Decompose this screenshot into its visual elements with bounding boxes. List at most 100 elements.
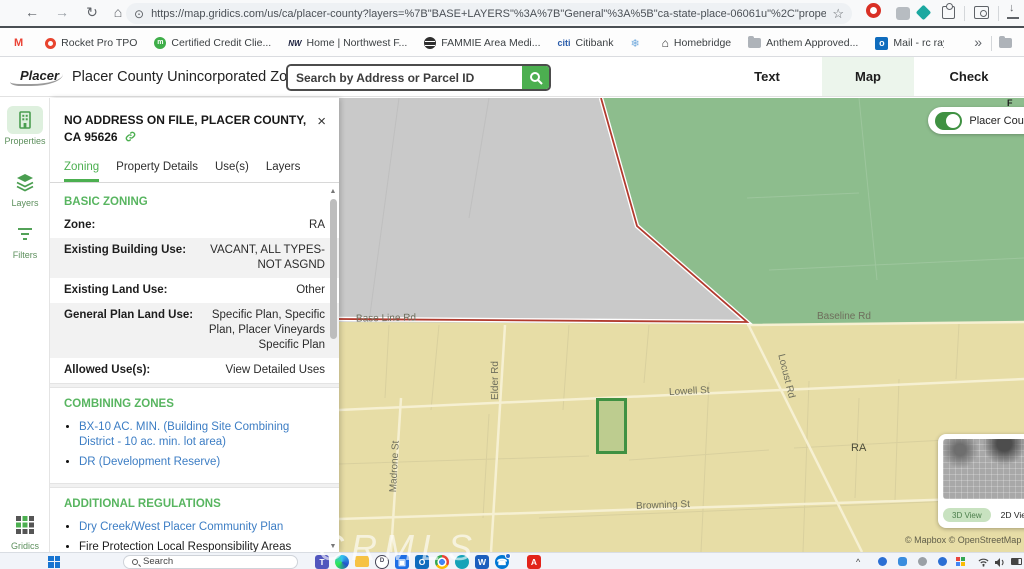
zone-link[interactable]: RA [309, 218, 325, 233]
forward-icon[interactable]: → [52, 4, 72, 20]
bookmark-item[interactable]: M [14, 37, 28, 49]
zoning-row: Existing Land Use:Other [50, 278, 339, 303]
tab-property-details[interactable]: Property Details [116, 161, 198, 182]
row-value: VACANT, ALL TYPES-NOT ASGND [196, 243, 325, 273]
search-button[interactable] [522, 66, 549, 89]
bookmarks-overflow-chevron[interactable]: » [974, 34, 982, 50]
tab-check[interactable]: Check [914, 57, 1024, 96]
url-bar[interactable]: ⊙ https://map.gridics.com/us/ca/placer-c… [126, 3, 852, 24]
view-detailed-uses-link[interactable]: View Detailed Uses [225, 363, 325, 378]
word-icon[interactable]: W [475, 555, 489, 569]
left-sidebar: Properties Layers Filters Gridics [0, 98, 50, 552]
battery-icon[interactable] [1011, 558, 1022, 565]
ms-account-grid-icon[interactable] [956, 557, 965, 566]
file-explorer-icon[interactable] [355, 556, 369, 567]
home-icon[interactable]: ⌂ [108, 4, 128, 20]
extension-red-icon[interactable] [866, 3, 881, 18]
homebridge-icon: ⌂ [662, 36, 669, 50]
windows-start-icon[interactable] [48, 556, 60, 568]
combining-zone-link[interactable]: DR (Development Reserve) [79, 455, 323, 471]
snowflake-icon: ❄ [630, 37, 639, 50]
tray-chevron-icon[interactable]: ^ [856, 557, 860, 567]
building-icon [15, 110, 35, 130]
phone-app-icon[interactable]: ☎ [495, 555, 509, 569]
globe-app-icon[interactable] [455, 555, 469, 569]
zoning-row: Zone:RA [50, 213, 339, 238]
acrobat-pdf-icon[interactable]: A [527, 555, 541, 569]
property-title: NO ADDRESS ON FILE, PLACER COUNTY, CA 95… [64, 112, 316, 146]
link-icon[interactable] [125, 131, 136, 142]
edge-icon[interactable] [335, 555, 349, 569]
bookmark-star-icon[interactable]: ☆ [832, 6, 844, 22]
close-icon[interactable]: × [317, 113, 326, 130]
extension-teal-diamond-icon[interactable] [918, 7, 929, 18]
bookmark-item[interactable]: NWHome | Northwest F... [288, 37, 407, 49]
certified-credit-icon: m [154, 37, 166, 49]
tray-app-icon[interactable] [918, 557, 927, 566]
aerial-preview-image[interactable] [943, 439, 1024, 499]
street-label-browning-st: Browning St [636, 499, 690, 512]
bookmark-item[interactable]: citiCitibank [558, 37, 614, 49]
photos-icon[interactable]: ▣ [395, 555, 409, 569]
toggle-switch-on[interactable] [935, 112, 962, 130]
wifi-icon[interactable] [978, 558, 989, 567]
tab-map[interactable]: Map [822, 57, 914, 96]
scroll-up-arrow[interactable]: ▲ [328, 188, 338, 195]
selected-parcel-highlight[interactable] [596, 398, 627, 454]
other-bookmarks-folder-icon[interactable] [999, 38, 1012, 48]
bookmark-item[interactable]: ❄ [630, 37, 644, 50]
tab-zoning[interactable]: Zoning [64, 161, 99, 182]
zoning-map-canvas[interactable]: Base Line Rd Baseline Rd Elder Rd Locust… [339, 98, 1024, 552]
side-search-icon[interactable] [974, 6, 989, 19]
tray-app-icon[interactable] [878, 557, 887, 566]
citibank-icon: citi [558, 38, 571, 48]
bookmark-item[interactable]: FAMMIE Area Medi... [424, 37, 540, 49]
site-settings-icon[interactable]: ⊙ [134, 7, 144, 21]
section-heading-additional-regulations: ADDITIONAL REGULATIONS [50, 488, 339, 515]
bookmark-item[interactable]: Anthem Approved... [748, 37, 858, 49]
sidebar-item-layers[interactable]: Layers [0, 168, 50, 208]
address-search-box [286, 64, 551, 91]
sidebar-item-gridics[interactable]: Gridics [0, 511, 50, 551]
tab-text[interactable]: Text [712, 57, 822, 96]
scrollbar-thumb[interactable] [330, 199, 337, 339]
reload-icon[interactable]: ↻ [82, 4, 102, 21]
gridics-grid-icon [15, 515, 35, 535]
view-3d-button[interactable]: 3D View [943, 508, 991, 522]
bookmark-item[interactable]: Rocket Pro TPO [45, 37, 137, 49]
teams-icon[interactable]: T [315, 555, 329, 569]
scroll-down-arrow[interactable]: ▼ [328, 543, 338, 550]
chrome-profile-icon[interactable] [435, 555, 449, 569]
bookmark-item[interactable]: mCertified Credit Clie... [154, 37, 271, 49]
combining-zone-link[interactable]: BX-10 AC. MIN. (Building Site Combining … [79, 420, 323, 451]
volume-icon[interactable] [995, 558, 1005, 567]
dell-icon[interactable]: D [375, 555, 389, 569]
row-label: Existing Land Use: [64, 283, 168, 298]
toolbar-divider [998, 6, 999, 21]
bookmark-item[interactable]: oMail - rc raymondco... [875, 37, 944, 50]
url-text[interactable]: https://map.gridics.com/us/ca/placer-cou… [151, 8, 826, 20]
panel-scrollbar[interactable]: ▲ ▼ [328, 186, 338, 552]
northwest-icon: NW [288, 39, 301, 48]
bookmark-item[interactable]: ⌂Homebridge [662, 36, 731, 50]
back-icon[interactable]: ← [22, 4, 42, 20]
tab-uses[interactable]: Use(s) [215, 161, 249, 182]
additional-regulations-list: Dry Creek/West Placer Community Plan Fir… [50, 515, 339, 552]
taskbar-search-box[interactable]: Search [123, 555, 298, 569]
search-input[interactable] [288, 66, 522, 89]
map-attribution: © Mapbox © OpenStreetMap I [905, 535, 1024, 545]
regulation-link[interactable]: Dry Creek/West Placer Community Plan [79, 520, 323, 536]
regulation-item: Fire Protection Local Responsibility Are… [79, 540, 323, 552]
sidebar-item-properties[interactable]: Properties [0, 106, 50, 146]
tray-app-icon[interactable] [938, 557, 947, 566]
tab-panel-layers[interactable]: Layers [266, 161, 301, 182]
extensions-puzzle-icon[interactable] [942, 6, 955, 19]
toolbar-divider [964, 6, 965, 21]
sidebar-item-filters[interactable]: Filters [0, 220, 50, 260]
tray-app-icon[interactable] [898, 557, 907, 566]
view-2d-button[interactable]: 2D Vie [1001, 510, 1024, 520]
app-header: Placer Placer County Unincorporated Zoni… [0, 57, 1024, 97]
outlook-icon[interactable]: O [415, 555, 429, 569]
downloads-icon[interactable] [1006, 5, 1020, 19]
extension-gray-icon[interactable] [896, 7, 910, 20]
